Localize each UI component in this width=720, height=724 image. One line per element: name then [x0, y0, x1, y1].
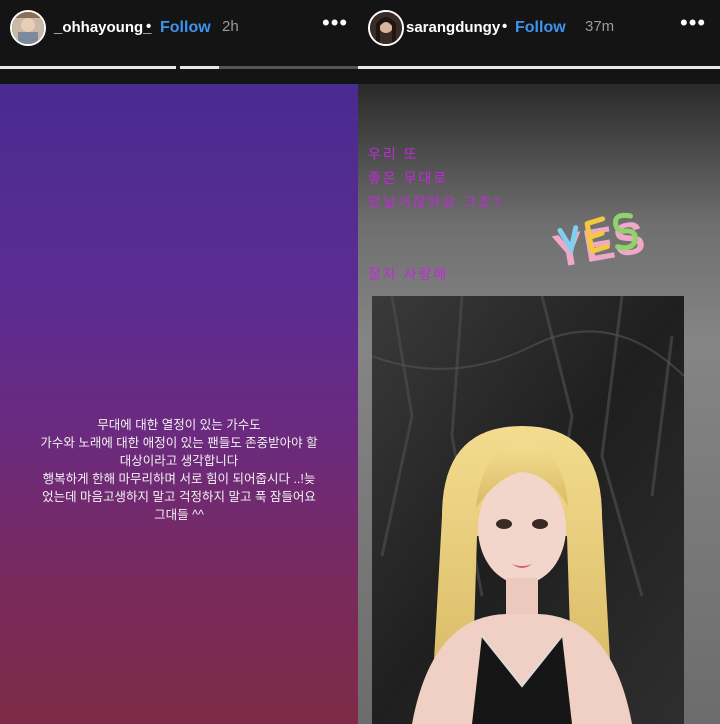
progress-segment-1 — [358, 66, 720, 69]
caption-line: 었는데 마음고생하지 말고 걱정하지 말고 푹 잠들어요 — [42, 490, 316, 504]
separator-dot: • — [146, 18, 152, 35]
caption-line: 가수와 노래에 대한 애정이 있는 팬들도 존중받아야 할 — [40, 436, 318, 450]
follow-button[interactable]: Follow — [515, 19, 566, 37]
timestamp: 37m — [585, 18, 615, 35]
story-text-line: 만날거잖아요 그쵸? — [368, 194, 503, 210]
username[interactable]: _ohhayoung_ — [54, 19, 152, 36]
separator-dot: • — [502, 18, 508, 35]
story-photo — [372, 296, 684, 724]
story-header: _ohhayoung_ • Follow 2h ••• — [0, 0, 358, 84]
timestamp: 2h — [222, 18, 239, 35]
progress-segment-2 — [180, 66, 358, 69]
caption-line: 대상이라고 생각합니다 — [119, 454, 239, 468]
username[interactable]: sarangdungy — [406, 19, 500, 36]
story-content[interactable]: 우리 또 좋은 무대로 만날거잖아요 그쵸? 잘자 사랑해 YES — [358, 84, 720, 724]
story-text-line: 우리 또 — [368, 146, 419, 162]
more-options-icon[interactable]: ••• — [322, 10, 348, 36]
story-text-line: 좋은 무대로 — [368, 170, 449, 186]
avatar[interactable] — [10, 10, 46, 46]
story-text-line: 잘자 사랑해 — [368, 266, 449, 282]
more-options-icon[interactable]: ••• — [680, 10, 706, 36]
story-right: sarangdungy • Follow 37m ••• 우리 또 좋은 무대로… — [358, 0, 720, 724]
avatar[interactable] — [368, 10, 404, 46]
caption-line: 무대에 대한 열정이 있는 가수도 — [97, 418, 261, 432]
story-caption: 무대에 대한 열정이 있는 가수도 가수와 노래에 대한 애정이 있는 팬들도 … — [8, 416, 350, 524]
caption-line: 그대들 ^^ — [154, 508, 204, 522]
story-header: sarangdungy • Follow 37m ••• — [358, 0, 720, 84]
progress-segment-1 — [0, 66, 176, 69]
caption-line: 행복하게 한해 마무리하며 서로 힘이 되어줍시다 ..!늦 — [42, 472, 316, 486]
story-left: _ohhayoung_ • Follow 2h ••• 무대에 대한 열정이 있… — [0, 0, 358, 724]
follow-button[interactable]: Follow — [160, 19, 211, 37]
yes-sticker: YES — [549, 210, 648, 274]
story-content[interactable]: 무대에 대한 열정이 있는 가수도 가수와 노래에 대한 애정이 있는 팬들도 … — [0, 84, 358, 724]
